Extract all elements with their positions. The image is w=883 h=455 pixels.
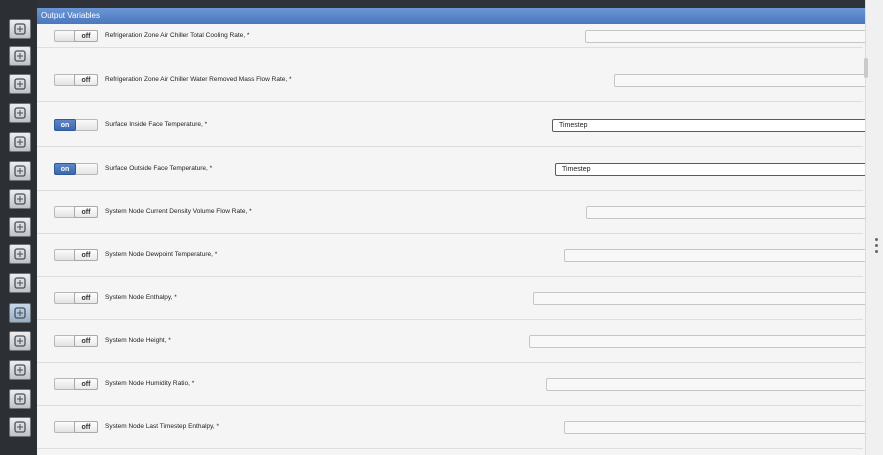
reporting-frequency-select[interactable]: ▴▾ [585, 30, 883, 43]
output-toggle[interactable]: off [54, 421, 98, 433]
variable-row: off System Node Dewpoint Temperature, * ▴▾ [37, 233, 883, 277]
sidebar-tab-hvac[interactable] [9, 244, 31, 264]
panel-title: Output Variables [37, 8, 865, 24]
sidebar-tab-space-types[interactable] [9, 161, 31, 181]
toggle-state-label: off [74, 249, 98, 261]
output-toggle[interactable]: off [54, 74, 98, 86]
variable-name: Refrigeration Zone Air Chiller Water Rem… [105, 76, 292, 83]
variable-row: off System Node Current Density Volume Fl… [37, 190, 883, 234]
sidebar-tab-building[interactable] [9, 189, 31, 209]
output-toggle[interactable]: off [54, 249, 98, 261]
toggle-state-label: on [54, 119, 76, 131]
reporting-frequency-select[interactable]: Timestep▴▾ [555, 163, 883, 176]
variable-name: Surface Outside Face Temperature, * [105, 165, 213, 172]
reporting-frequency-select[interactable]: ▴▾ [564, 249, 883, 262]
reporting-frequency-select[interactable]: ▴▾ [586, 206, 883, 219]
reporting-frequency-select[interactable]: ▴▾ [533, 292, 883, 305]
variable-row: off Refrigeration Zone Air Chiller Total … [37, 24, 883, 48]
variable-name: System Node Enthalpy, * [105, 294, 177, 301]
output-toggle[interactable]: off [54, 30, 98, 42]
variable-row: off System Node Enthalpy, * ▴▾ [37, 276, 883, 320]
variable-row: off System Node Last Timestep Enthalpy, *… [37, 405, 883, 449]
sidebar-tab-zone[interactable] [9, 217, 31, 237]
variable-name: Surface Inside Face Temperature, * [105, 121, 208, 128]
toggle-state-label: off [74, 74, 98, 86]
toggle-state-label: off [74, 30, 98, 42]
sidebar-tab-schedule[interactable] [9, 103, 31, 123]
sidebar [0, 0, 37, 455]
output-toggle[interactable]: on [54, 163, 98, 175]
output-toggle[interactable]: off [54, 335, 98, 347]
frequency-value: Timestep [559, 122, 588, 129]
reporting-frequency-select[interactable]: ▴▾ [614, 74, 883, 87]
toggle-state-label: off [74, 335, 98, 347]
reporting-frequency-select[interactable]: ▴▾ [546, 378, 883, 391]
top-strip [37, 0, 865, 8]
toggle-state-label: off [74, 206, 98, 218]
scrollbar-thumb[interactable] [864, 58, 868, 78]
variable-row: on Surface Outside Face Temperature, * Tim… [37, 147, 883, 191]
sidebar-tab-settings[interactable] [9, 331, 31, 351]
variable-row: off System Node Height, * ▴▾ [37, 319, 883, 363]
variable-row: off System Node Humidity Ratio, * ▴▾ [37, 362, 883, 406]
frequency-value: Timestep [562, 166, 591, 173]
sidebar-tab-circle[interactable] [9, 19, 31, 39]
variable-name: System Node Current Density Volume Flow … [105, 208, 252, 215]
splitter-handle[interactable] [875, 238, 879, 256]
variable-name: System Node Humidity Ratio, * [105, 380, 195, 387]
variable-name: Refrigeration Zone Air Chiller Total Coo… [105, 32, 250, 39]
sidebar-tab-loop[interactable] [9, 273, 31, 293]
sidebar-tab-run[interactable] [9, 389, 31, 409]
variable-row: off Refrigeration Zone Air Chiller Water … [37, 58, 883, 102]
reporting-frequency-select[interactable]: ▴▾ [564, 421, 883, 434]
toggle-state-label: off [74, 292, 98, 304]
toggle-state-label: off [74, 378, 98, 390]
variable-name: System Node Height, * [105, 337, 171, 344]
output-toggle[interactable]: off [54, 206, 98, 218]
output-toggle[interactable]: off [54, 378, 98, 390]
reporting-frequency-select[interactable]: Timestep▴▾ [552, 119, 883, 132]
variable-name: System Node Dewpoint Temperature, * [105, 251, 218, 258]
toggle-state-label: off [74, 421, 98, 433]
variable-row: on Surface Inside Face Temperature, * Time… [37, 103, 883, 147]
sidebar-tab-construction[interactable] [9, 74, 31, 94]
variable-name: System Node Last Timestep Enthalpy, * [105, 423, 220, 430]
sidebar-tab-variables[interactable] [9, 303, 31, 323]
sidebar-tab-document[interactable] [9, 46, 31, 66]
output-toggle[interactable]: on [54, 119, 98, 131]
sidebar-tab-loads[interactable] [9, 132, 31, 152]
toggle-state-label: on [54, 163, 76, 175]
sidebar-tab-report[interactable] [9, 417, 31, 437]
sidebar-tab-results[interactable] [9, 360, 31, 380]
reporting-frequency-select[interactable]: ▴▾ [529, 335, 883, 348]
output-toggle[interactable]: off [54, 292, 98, 304]
